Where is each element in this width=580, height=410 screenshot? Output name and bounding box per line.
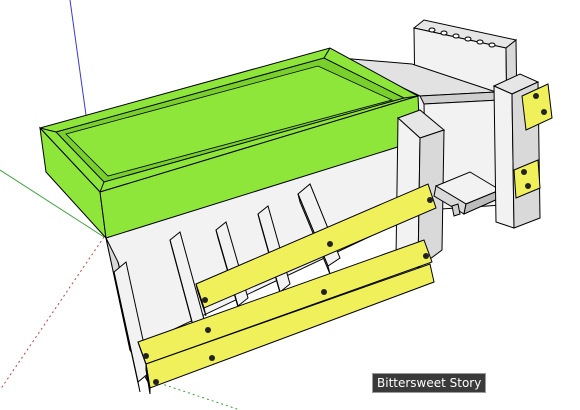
end-frame xyxy=(492,73,553,229)
3d-model-canvas[interactable] xyxy=(0,0,580,410)
green-axis-dotted xyxy=(149,379,241,410)
watermark-label: Bittersweet Story xyxy=(372,373,487,393)
sketchup-viewport[interactable]: Bittersweet Story xyxy=(0,0,580,410)
red-axis-dotted xyxy=(0,236,105,391)
